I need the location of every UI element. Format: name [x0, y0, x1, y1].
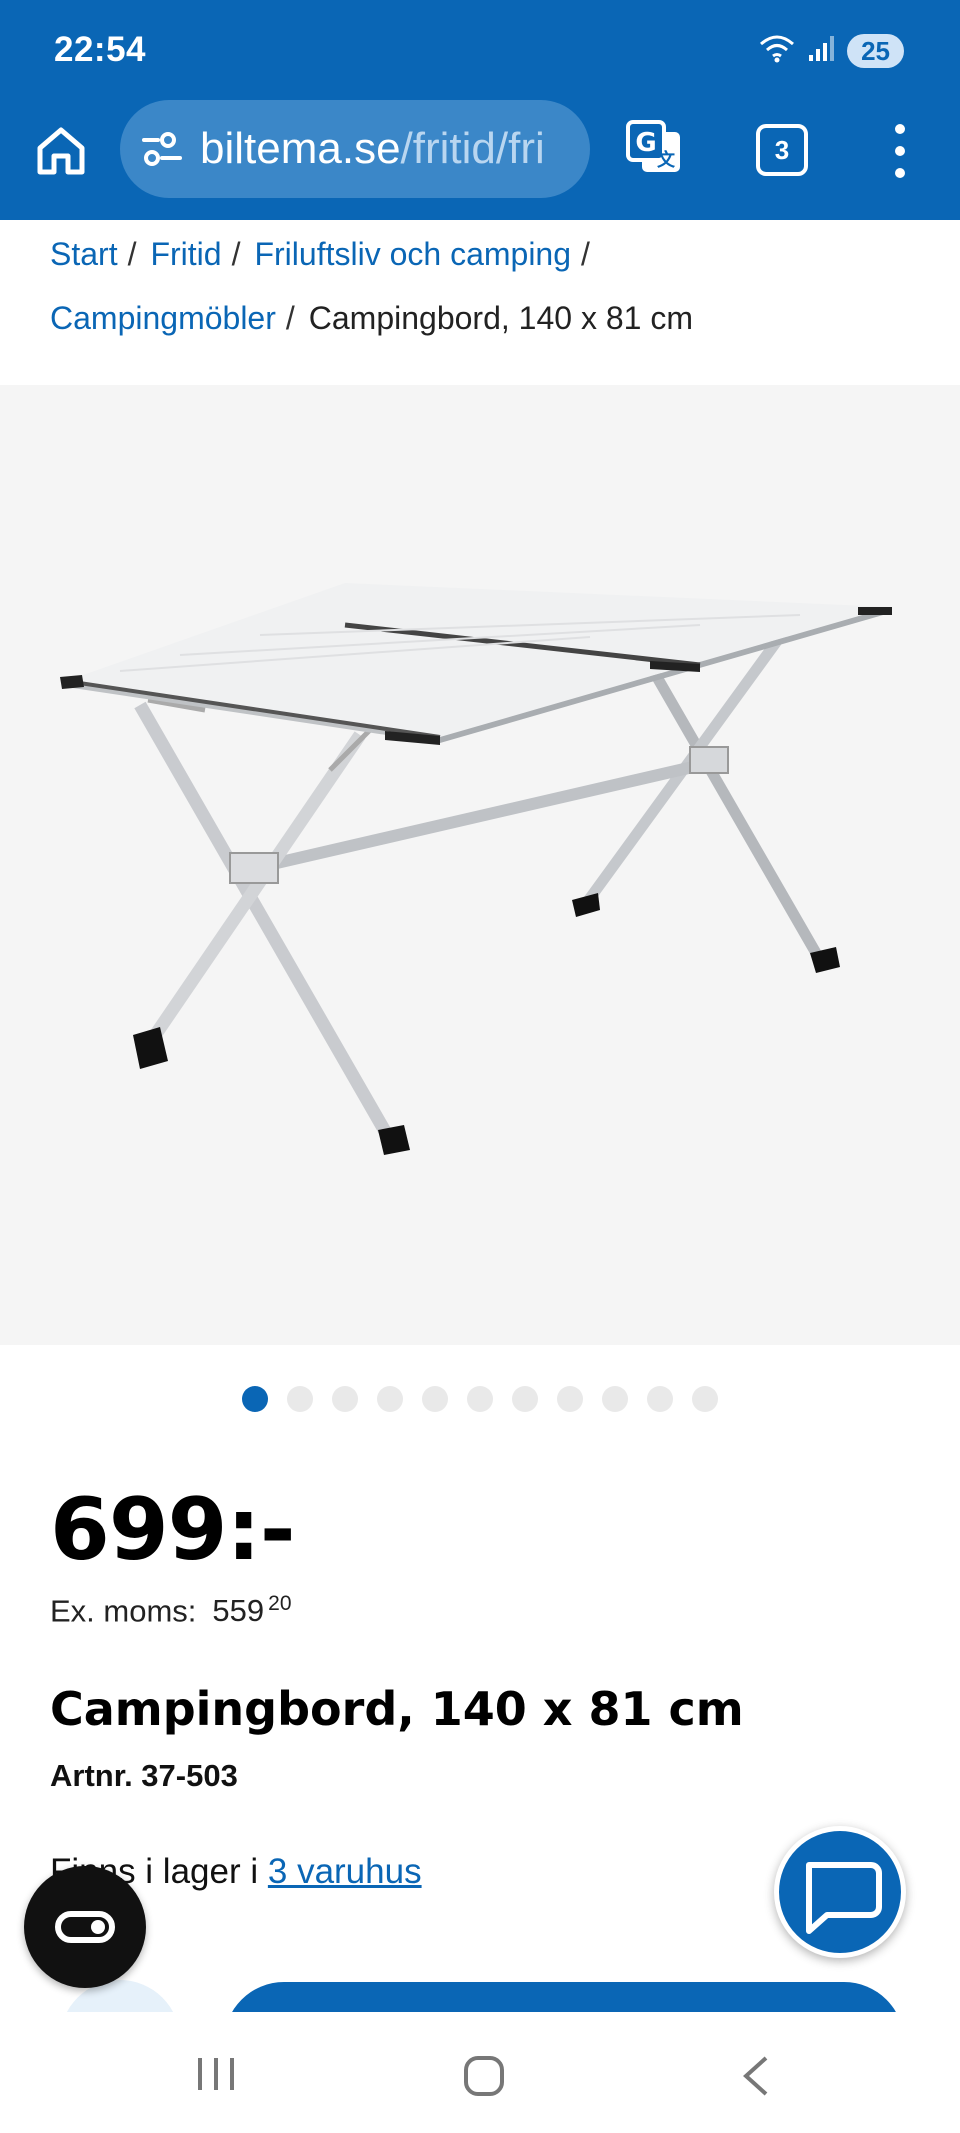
gallery-dot[interactable]	[692, 1386, 718, 1412]
status-bar: 22:54 25	[0, 0, 960, 100]
breadcrumb-separator: /	[127, 236, 137, 272]
gallery-dot[interactable]	[467, 1386, 493, 1412]
system-navigation-bar	[0, 2012, 960, 2133]
home-icon[interactable]	[32, 122, 90, 180]
price-ex-vat: Ex. moms: 559 20	[50, 1592, 292, 1629]
battery-badge: 25	[847, 33, 904, 68]
product-price: 699:-	[50, 1480, 296, 1580]
breadcrumb-current: Campingbord, 140 x 81 cm	[308, 300, 693, 336]
url-text: biltema.se/fritid/fri	[200, 124, 545, 174]
gallery-dot[interactable]	[557, 1386, 583, 1412]
ex-vat-value: 559	[212, 1593, 265, 1629]
cookie-settings-button[interactable]	[24, 1866, 146, 1988]
product-title: Campingbord, 140 x 81 cm	[50, 1682, 744, 1736]
breadcrumb-start[interactable]: Start	[50, 236, 118, 272]
url-domain: biltema.se	[200, 124, 401, 173]
browser-toolbar: biltema.se/fritid/fri G 文 3	[0, 100, 960, 218]
ex-vat-label: Ex. moms:	[50, 1593, 197, 1629]
gallery-dot[interactable]	[332, 1386, 358, 1412]
gallery-dot[interactable]	[512, 1386, 538, 1412]
status-time: 22:54	[54, 30, 147, 69]
article-number: Artnr. 37-503	[50, 1758, 238, 1793]
breadcrumb-friluftsliv[interactable]: Friluftsliv och camping	[254, 236, 571, 272]
gallery-dot[interactable]	[422, 1386, 448, 1412]
breadcrumb-separator: /	[231, 236, 241, 272]
product-image	[60, 583, 892, 1155]
stores-link[interactable]: 3 varuhus	[268, 1852, 422, 1891]
breadcrumb-separator: /	[285, 300, 295, 336]
browser-chrome: 22:54 25 biltema.se/fritid/fri G 文 3	[0, 0, 960, 220]
cookie-settings-icon	[55, 1911, 115, 1943]
chat-icon	[806, 1862, 882, 1934]
gallery-dot[interactable]	[287, 1386, 313, 1412]
tabs-icon[interactable]: 3	[756, 124, 808, 176]
gallery-dot[interactable]	[647, 1386, 673, 1412]
wifi-icon	[757, 32, 797, 69]
translate-icon[interactable]: G 文	[624, 118, 684, 178]
nav-home-icon[interactable]	[462, 2054, 506, 2103]
recent-apps-icon[interactable]	[196, 2054, 236, 2099]
product-image-gallery[interactable]	[0, 385, 960, 1345]
more-vert-icon[interactable]	[884, 124, 916, 178]
chat-button[interactable]	[774, 1826, 906, 1958]
gallery-pagination	[0, 1386, 960, 1412]
breadcrumb: Start / Fritid / Friluftsliv och camping / Cam…	[50, 222, 920, 350]
breadcrumb-separator: /	[581, 236, 590, 272]
ex-vat-decimals: 20	[268, 1592, 292, 1615]
nav-back-icon[interactable]	[738, 2054, 774, 2103]
svg-text:文: 文	[657, 149, 676, 171]
url-path: /fritid/fri	[400, 124, 545, 173]
gallery-dot[interactable]	[242, 1386, 268, 1412]
status-icons: 25	[757, 32, 904, 69]
breadcrumb-campingmobler[interactable]: Campingmöbler	[50, 300, 276, 336]
gallery-dot[interactable]	[602, 1386, 628, 1412]
breadcrumb-fritid[interactable]: Fritid	[150, 236, 221, 272]
address-bar[interactable]: biltema.se/fritid/fri	[120, 100, 590, 198]
gallery-dot[interactable]	[377, 1386, 403, 1412]
signal-icon	[807, 33, 837, 68]
svg-text:G: G	[635, 128, 656, 158]
tune-icon[interactable]	[140, 130, 184, 175]
